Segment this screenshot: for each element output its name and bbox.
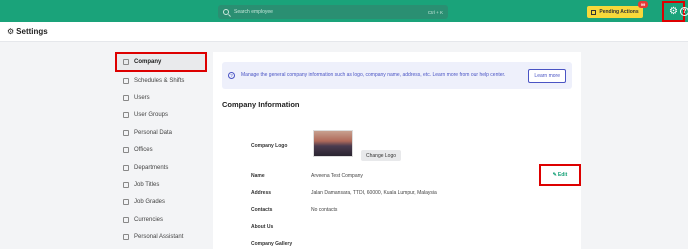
top-bar: Ctrl + K Pending Actions 99 ⚙: [0, 0, 688, 22]
sidebar-item-job-titles[interactable]: Job Titles: [115, 176, 207, 193]
search-icon: [223, 9, 229, 15]
name-label: Name: [251, 173, 265, 179]
learn-more-button[interactable]: Learn more: [528, 68, 566, 83]
calendar-icon: [123, 77, 129, 84]
search-input[interactable]: [234, 9, 428, 15]
section-title: Company Information: [222, 100, 300, 109]
search-shortcut: Ctrl + K: [427, 9, 443, 15]
id-card-icon: [123, 129, 129, 136]
calendar-icon: [591, 9, 597, 15]
company-settings-panel: ? Manage the general company information…: [213, 52, 581, 249]
company-gallery-label: Company Gallery: [251, 241, 293, 247]
briefcase-icon: [123, 182, 129, 189]
sidebar-item-label: Schedules & Shifts: [134, 77, 185, 84]
sidebar-item-label: User Groups: [134, 112, 169, 119]
page-header: ⚙ Settings: [0, 22, 688, 42]
user-group-icon: [123, 112, 129, 119]
grade-icon: [123, 199, 129, 206]
address-label: Address: [251, 190, 272, 196]
help-icon[interactable]: ?: [680, 7, 688, 16]
office-icon: [123, 147, 129, 154]
sidebar-item-users[interactable]: Users: [115, 89, 207, 106]
company-logo-label: Company Logo: [251, 143, 288, 149]
sidebar-item-label: Job Titles: [134, 182, 160, 189]
settings-sidebar: Company Schedules & Shifts Users User Gr…: [115, 52, 207, 246]
pending-actions-label: Pending Actions: [599, 9, 639, 15]
sidebar-item-currencies[interactable]: Currencies: [115, 211, 207, 228]
sidebar-item-label: Offices: [134, 147, 153, 154]
info-text: Manage the general company information s…: [241, 72, 506, 78]
page-title: Settings: [16, 27, 48, 36]
sidebar-item-user-groups[interactable]: User Groups: [115, 107, 207, 124]
company-logo-image: [313, 130, 353, 157]
sidebar-item-departments[interactable]: Departments: [115, 159, 207, 176]
address-value: Jalan Damansara, TTDI, 60000, Kuala Lump…: [311, 190, 437, 196]
sidebar-item-offices[interactable]: Offices: [115, 142, 207, 159]
users-icon: [123, 95, 129, 102]
sidebar-item-label: Currencies: [134, 216, 164, 223]
gear-icon: ⚙: [7, 27, 15, 36]
edit-label: Edit: [557, 172, 568, 178]
pending-count-badge: 99: [638, 1, 648, 8]
edit-button[interactable]: ✎ Edit: [539, 164, 581, 186]
pencil-icon: ✎: [552, 172, 557, 178]
sidebar-item-personal-assistant[interactable]: Personal Assistant: [115, 229, 207, 246]
sidebar-item-company[interactable]: Company: [115, 52, 207, 72]
contacts-value: No contacts: [311, 207, 338, 213]
sidebar-item-job-grades[interactable]: Job Grades: [115, 194, 207, 211]
sidebar-item-label: Departments: [134, 164, 169, 171]
department-icon: [123, 164, 129, 171]
contacts-label: Contacts: [251, 207, 273, 213]
gear-icon: ⚙: [669, 5, 678, 17]
sidebar-item-personal-data[interactable]: Personal Data: [115, 124, 207, 141]
currency-icon: [123, 216, 129, 223]
pending-actions-button[interactable]: Pending Actions: [587, 6, 643, 18]
assistant-icon: [123, 234, 129, 241]
about-us-label: About Us: [251, 224, 274, 230]
sidebar-item-label: Users: [134, 95, 150, 102]
sidebar-item-label: Job Grades: [134, 199, 166, 206]
change-logo-button[interactable]: Change Logo: [361, 150, 401, 161]
sidebar-item-label: Personal Data: [134, 129, 173, 136]
info-banner: ? Manage the general company information…: [222, 62, 572, 89]
search-bar[interactable]: Ctrl + K: [218, 5, 448, 19]
sidebar-item-schedules[interactable]: Schedules & Shifts: [115, 72, 207, 89]
sidebar-item-label: Company: [134, 59, 162, 65]
question-icon: ?: [228, 72, 235, 79]
building-icon: [123, 59, 129, 65]
sidebar-item-label: Personal Assistant: [134, 234, 184, 241]
name-value: Arveena Test Company: [311, 173, 363, 179]
